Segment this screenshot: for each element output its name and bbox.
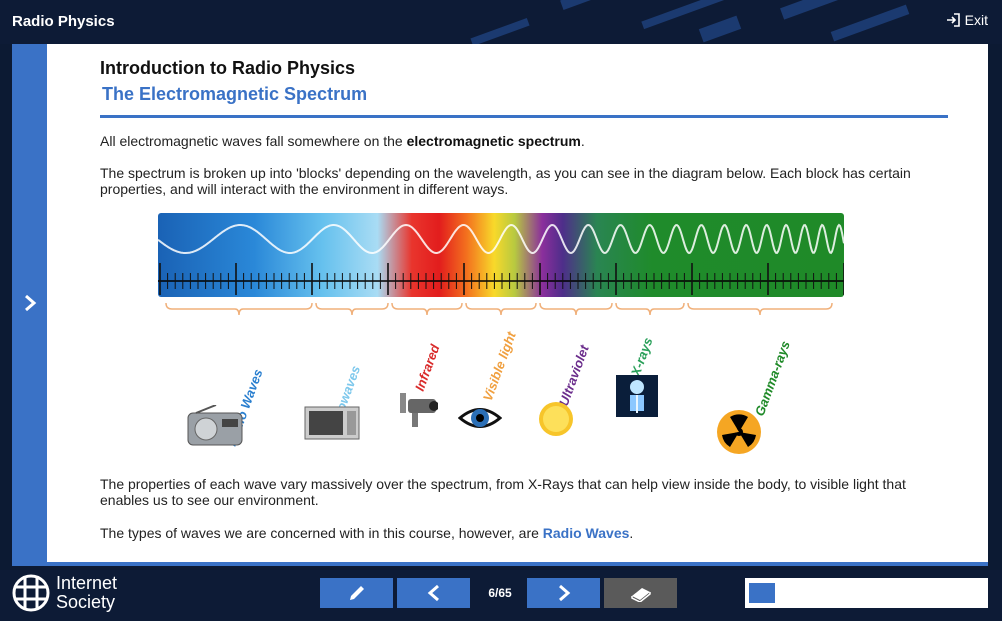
spectrum-diagram: Radio Waves Microwaves Infrared Visible lig… xyxy=(158,213,844,463)
footer-bar: Internet Society 6/65 xyxy=(0,570,1002,621)
header-decoration xyxy=(560,0,620,10)
course-focus-paragraph: The types of waves we are concerned with… xyxy=(100,525,948,541)
wave-graphic xyxy=(158,223,844,295)
radio-icon xyxy=(186,404,244,452)
top-bar: Radio Physics Exit xyxy=(0,0,1002,44)
properties-paragraph: The properties of each wave vary massive… xyxy=(100,476,906,508)
thermal-camera-icon xyxy=(398,391,439,438)
progress-fill xyxy=(749,583,775,603)
page-title: The Electromagnetic Spectrum xyxy=(102,84,368,104)
logo-line2: Society xyxy=(56,592,116,612)
exit-button[interactable]: Exit xyxy=(946,12,988,28)
spectrum-gradient-bar xyxy=(158,213,844,297)
menu-toggle-button[interactable] xyxy=(12,44,47,562)
course-title: Introduction to Radio Physics xyxy=(100,58,356,78)
lesson-content: Introduction to Radio Physics The Electr… xyxy=(100,58,948,197)
radio-waves-link[interactable]: Radio Waves xyxy=(543,525,630,541)
radiation-icon xyxy=(716,409,762,460)
header-decoration xyxy=(830,4,910,42)
band-label-gamma-rays: Gamma-rays xyxy=(751,338,793,418)
microwave-icon xyxy=(304,405,360,446)
chevron-right-icon xyxy=(558,584,570,602)
next-page-button[interactable] xyxy=(527,578,600,608)
eye-icon xyxy=(457,401,503,440)
intro-paragraph: All electromagnetic waves fall somewhere… xyxy=(100,133,948,149)
spectrum-paragraph: The spectrum is broken up into 'blocks' … xyxy=(100,165,911,197)
previous-page-button[interactable] xyxy=(397,578,470,608)
page-counter: 6/65 xyxy=(488,586,512,600)
notes-button[interactable] xyxy=(320,578,393,608)
content-frame: Introduction to Radio Physics The Electr… xyxy=(12,44,988,566)
intro-text: All electromagnetic waves fall somewhere… xyxy=(100,133,407,149)
glossary-button[interactable] xyxy=(604,578,677,608)
header-decoration xyxy=(780,0,850,20)
course-focus-text: The types of waves we are concerned with… xyxy=(100,525,543,541)
band-label-visible-light: Visible light xyxy=(479,329,519,403)
lower-text: The properties of each wave vary massive… xyxy=(100,476,948,541)
header-decoration xyxy=(698,15,742,43)
sun-icon xyxy=(536,399,576,444)
course-focus-text-end: . xyxy=(629,525,634,541)
chevron-left-icon xyxy=(427,584,439,602)
chevron-right-icon xyxy=(24,294,36,312)
band-label-infrared: Infrared xyxy=(411,342,443,393)
internet-society-logo: Internet Society xyxy=(12,574,117,612)
exit-label: Exit xyxy=(964,12,988,28)
title-divider xyxy=(100,115,948,118)
logo-line1: Internet xyxy=(56,573,118,593)
scale-brackets xyxy=(165,302,833,316)
pencil-icon xyxy=(349,586,364,600)
intro-text-end: . xyxy=(580,133,585,149)
app-title: Radio Physics xyxy=(12,13,115,30)
intro-bold-text: electromagnetic spectrum xyxy=(406,133,581,149)
logo-text: Internet Society xyxy=(56,574,117,612)
exit-icon xyxy=(946,13,960,27)
course-progress-bar xyxy=(745,578,988,608)
book-icon xyxy=(630,588,651,602)
header-decoration xyxy=(470,17,530,44)
band-label-x-rays: X-rays xyxy=(627,335,656,378)
xray-skeleton-icon xyxy=(616,375,658,422)
globe-icon xyxy=(12,574,50,612)
